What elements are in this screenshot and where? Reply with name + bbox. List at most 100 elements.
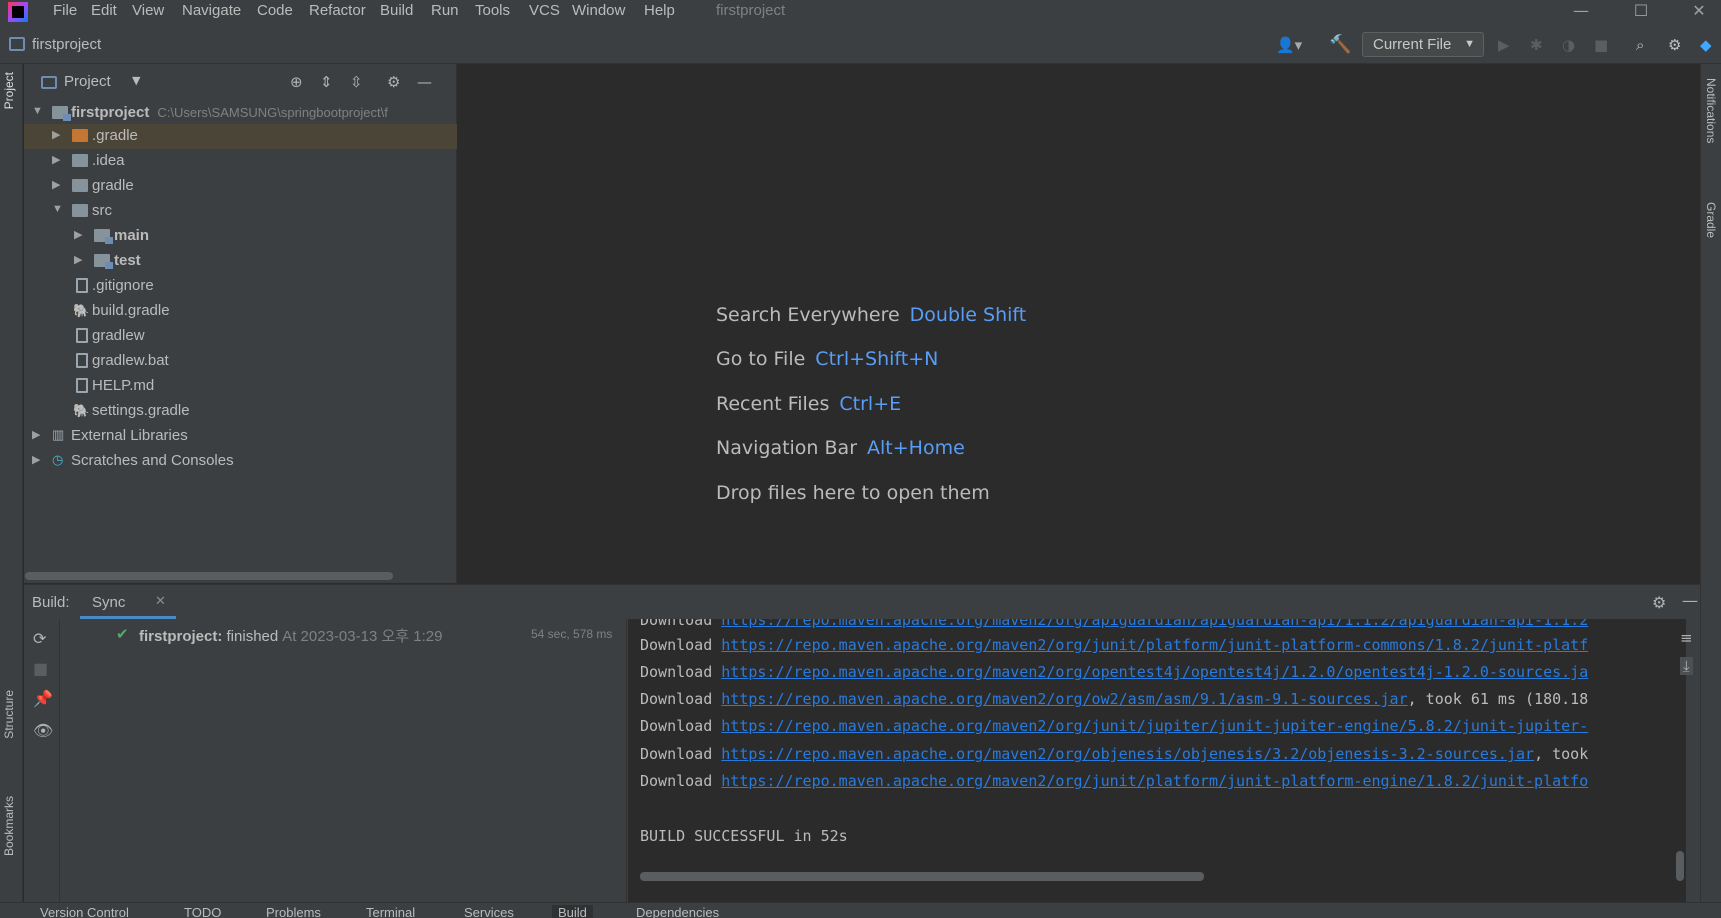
bottom-tab-problems[interactable]: Problems xyxy=(266,905,321,918)
menu-navigate[interactable]: Navigate xyxy=(182,2,241,19)
gear-icon[interactable]: ⚙ xyxy=(1652,593,1666,612)
menu-edit[interactable]: Edit xyxy=(91,2,117,19)
menu-refactor[interactable]: Refactor xyxy=(309,2,366,19)
menu-run[interactable]: Run xyxy=(431,2,459,19)
project-view-icon xyxy=(41,76,57,89)
tool-tab-notifications[interactable]: Notifications xyxy=(1704,78,1718,143)
console-link[interactable]: https://repo.maven.apache.org/maven2/org… xyxy=(721,690,1407,708)
coverage-icon[interactable]: ◑ xyxy=(1562,36,1575,54)
tree-item-test[interactable]: ▶ test xyxy=(24,249,457,274)
expand-all-icon[interactable]: ⇕ xyxy=(320,73,333,91)
tree-item-build-gradle[interactable]: 🐘 build.gradle xyxy=(24,299,457,324)
jetbrains-plugin-icon[interactable]: ◆ xyxy=(1700,36,1712,54)
build-hammer-icon[interactable]: 🔨 xyxy=(1329,34,1351,55)
chevron-right-icon[interactable]: ▶ xyxy=(32,428,40,441)
tool-tab-project[interactable]: Project xyxy=(2,72,16,109)
gear-icon[interactable]: ⚙ xyxy=(1668,36,1681,54)
console-link[interactable]: https://repo.maven.apache.org/maven2/org… xyxy=(721,636,1588,654)
gear-icon[interactable]: ⚙ xyxy=(387,73,400,91)
menu-view[interactable]: View xyxy=(132,2,164,19)
tree-item-external-libraries[interactable]: ▶ ▥ External Libraries xyxy=(24,424,457,449)
bottom-tab-services[interactable]: Services xyxy=(464,905,514,918)
chevron-right-icon[interactable]: ▶ xyxy=(32,453,40,466)
locate-file-icon[interactable]: ⊕ xyxy=(290,73,303,91)
pin-icon[interactable]: 📌 xyxy=(33,689,53,708)
console-text: , took 61 ms (180.18 xyxy=(1407,690,1589,708)
tree-item-firstproject[interactable]: ▼ firstproject C:\Users\SAMSUNG\springboo… xyxy=(24,101,457,126)
bottom-tab-dependencies[interactable]: Dependencies xyxy=(636,905,719,918)
bottom-tab-version-control[interactable]: Version Control xyxy=(40,905,129,918)
menu-file[interactable]: File xyxy=(53,2,77,19)
tree-item-idea[interactable]: ▶ .idea xyxy=(24,149,457,174)
bottom-tab-todo[interactable]: TODO xyxy=(184,905,221,918)
stop-icon[interactable]: ■ xyxy=(1594,36,1608,54)
chevron-right-icon[interactable]: ▶ xyxy=(52,178,60,191)
bottom-tab-terminal[interactable]: Terminal xyxy=(366,905,415,918)
console-link[interactable]: https://repo.maven.apache.org/maven2/org… xyxy=(721,717,1588,735)
right-tool-strip: Notifications Gradle xyxy=(1700,64,1721,902)
chevron-right-icon[interactable]: ▶ xyxy=(52,128,60,141)
tree-item-gitignore[interactable]: .gitignore xyxy=(24,274,457,299)
tab-sync[interactable]: Sync ✕ xyxy=(80,585,176,619)
build-result-time: At 2023-03-13 오후 1:29 xyxy=(282,628,443,645)
chevron-right-icon[interactable]: ▶ xyxy=(74,228,82,241)
console-line: Download https://repo.maven.apache.org/m… xyxy=(640,619,1588,629)
tree-item-gradle[interactable]: ▶ gradle xyxy=(24,174,457,199)
tree-item-gradlew-bat[interactable]: gradlew.bat xyxy=(24,349,457,374)
console-line: Download https://repo.maven.apache.org/m… xyxy=(640,663,1588,681)
bottom-tab-build[interactable]: Build xyxy=(552,905,593,918)
console-link[interactable]: https://repo.maven.apache.org/maven2/org… xyxy=(721,745,1534,763)
tree-item-src[interactable]: ▼ src xyxy=(24,199,457,224)
chevron-right-icon[interactable]: ▶ xyxy=(52,153,60,166)
user-account-icon[interactable]: 👤▾ xyxy=(1276,36,1302,54)
tool-tab-bookmarks[interactable]: Bookmarks xyxy=(2,796,16,856)
eye-icon[interactable]: 👁 xyxy=(33,721,53,740)
build-result-row[interactable]: firstproject: finished At 2023-03-13 오후 1… xyxy=(139,625,442,646)
chevron-down-icon[interactable]: ▼ xyxy=(52,203,63,215)
menu-tools[interactable]: Tools xyxy=(475,2,510,19)
module-folder-icon xyxy=(52,106,71,121)
tool-tab-gradle[interactable]: Gradle xyxy=(1704,202,1718,238)
vertical-scrollbar[interactable] xyxy=(1676,851,1684,881)
tree-item-scratches[interactable]: ▶ ◷ Scratches and Consoles xyxy=(24,449,457,474)
debug-icon[interactable]: ✱ xyxy=(1530,36,1543,54)
horizontal-scrollbar[interactable] xyxy=(640,872,1204,881)
stop-icon[interactable]: ■ xyxy=(33,659,48,678)
menu-vcs[interactable]: VCS xyxy=(529,2,560,19)
console-link[interactable]: https://repo.maven.apache.org/maven2/org… xyxy=(721,663,1588,681)
tree-item-gradle-cache[interactable]: ▶ .gradle xyxy=(24,124,457,149)
run-configuration-select[interactable]: Current File ▼ xyxy=(1362,32,1484,57)
tree-item-main[interactable]: ▶ main xyxy=(24,224,457,249)
chevron-right-icon[interactable]: ▶ xyxy=(74,253,82,266)
tool-tab-structure[interactable]: Structure xyxy=(2,690,16,739)
run-icon[interactable]: ▶ xyxy=(1498,36,1510,54)
tree-item-settings-gradle[interactable]: 🐘 settings.gradle xyxy=(24,399,457,424)
menu-code[interactable]: Code xyxy=(257,2,293,19)
search-icon[interactable]: ⌕ xyxy=(1636,36,1644,54)
chevron-down-icon[interactable]: ▼ xyxy=(132,74,140,87)
collapse-all-icon[interactable]: ⇳ xyxy=(350,73,363,91)
close-icon[interactable]: ✕ xyxy=(155,594,166,609)
console-link[interactable]: https://repo.maven.apache.org/maven2/org… xyxy=(721,619,1588,629)
soft-wrap-icon[interactable]: ≡ xyxy=(1680,629,1693,647)
hide-panel-icon[interactable]: — xyxy=(1682,591,1698,610)
menu-build[interactable]: Build xyxy=(380,2,413,19)
maximize-button[interactable]: ☐ xyxy=(1624,0,1658,24)
minimize-button[interactable]: — xyxy=(1564,0,1598,24)
tree-item-label: main xyxy=(114,227,150,244)
menu-help[interactable]: Help xyxy=(644,2,675,19)
console-link[interactable]: https://repo.maven.apache.org/maven2/org… xyxy=(721,772,1588,790)
scroll-to-end-icon[interactable]: ⤓ xyxy=(1680,657,1693,675)
project-view-select[interactable]: Project xyxy=(64,73,111,90)
reload-icon[interactable]: ⟳ xyxy=(33,629,46,648)
tree-item-gradlew[interactable]: gradlew xyxy=(24,324,457,349)
horizontal-scrollbar[interactable] xyxy=(25,572,393,580)
breadcrumb-project[interactable]: firstproject xyxy=(32,36,101,53)
hide-panel-icon[interactable]: — xyxy=(417,73,432,91)
tree-item-help-md[interactable]: HELP.md xyxy=(24,374,457,399)
menu-window[interactable]: Window xyxy=(572,2,625,19)
folder-icon xyxy=(72,204,88,217)
chevron-down-icon[interactable]: ▼ xyxy=(32,105,43,117)
hint-shortcut: Alt+Home xyxy=(867,437,965,459)
close-button[interactable]: ✕ xyxy=(1682,0,1716,24)
